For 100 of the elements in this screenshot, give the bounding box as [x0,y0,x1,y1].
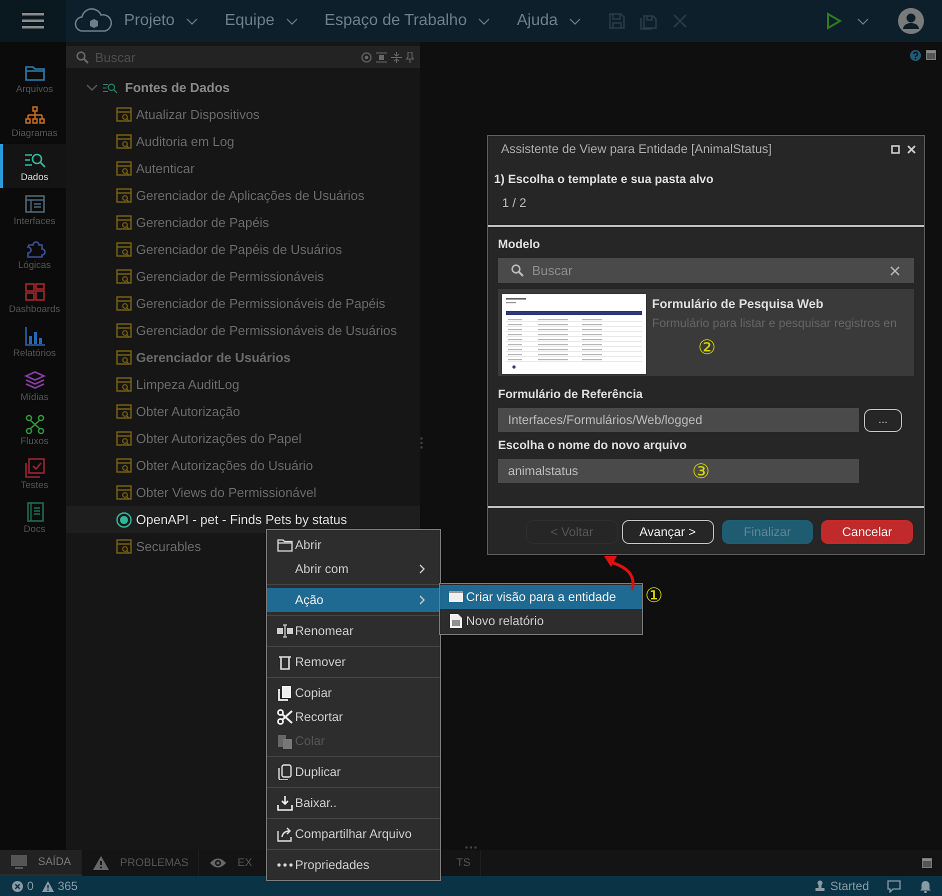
tree-item[interactable]: Gerenciador de Papéis de Usuários [136,242,342,257]
search-bar[interactable]: Buscar [498,258,914,283]
sidebar-item[interactable]: Arquivos [0,56,66,100]
sidebar-item[interactable]: Relatórios [0,320,66,364]
pin-icon[interactable] [406,52,414,62]
help-icon[interactable] [910,50,921,61]
tree-item[interactable]: OpenAPI - pet - Finds Pets by status [136,512,347,527]
menu-item[interactable]: Compartilhar Arquivo [267,822,440,846]
tree-item[interactable]: Gerenciador de Aplicações de Usuários [136,188,364,203]
sidebar-item[interactable]: Diagramas [0,100,66,144]
error-icon[interactable] [12,880,23,892]
sidebar-item[interactable]: Testes [0,452,66,496]
tree-item[interactable]: Obter Views do Permissionável [136,485,316,500]
browse-button[interactable]: ... [864,408,902,432]
menu-item[interactable]: Renomear [267,619,440,643]
scissors-icon [277,709,293,725]
warning-count[interactable]: 365 [58,879,78,893]
input-field[interactable]: Interfaces/Formulários/Web/logged [498,408,859,432]
play-icon[interactable] [826,12,842,30]
sidebar-item[interactable]: Lógicas [0,232,66,276]
error-count[interactable]: 0 [27,879,34,893]
tree-item[interactable]: Obter Autorização [136,404,240,419]
tree-item[interactable]: Fontes de Dados [125,80,230,95]
chevron-right-icon [419,564,426,574]
tree-item[interactable]: Gerenciador de Permissionáveis [136,269,324,284]
duplicate-icon [277,764,293,780]
chat-icon[interactable] [887,880,901,892]
monitor-icon [10,854,28,870]
menu-item[interactable]: Abrir com [267,557,440,581]
tree-item[interactable]: Atualizar Dispositivos [136,107,260,122]
download-icon [277,795,293,811]
copy-icon [277,685,293,701]
tree-item[interactable]: Gerenciador de Permissionáveis de Papéis [136,296,386,311]
sidebar-item[interactable]: Dados [0,144,66,188]
warning-icon [92,855,110,871]
target-icon[interactable] [361,52,372,62]
window-search-icon [116,322,132,338]
menu-item[interactable]: Recortar [267,705,440,729]
sidebar-item[interactable]: Dashboards [0,276,66,320]
tree-item[interactable]: Limpeza AuditLog [136,377,240,392]
sidebar-item[interactable]: Docs [0,496,66,540]
menu-item[interactable]: Equipe [224,12,275,30]
sidebar-item[interactable]: Mídias [0,364,66,408]
menu-item[interactable]: Remover [267,650,440,674]
tree-item[interactable]: Auditoria em Log [136,134,234,149]
tree-item[interactable]: Gerenciador de Permissionáveis de Usuários [136,323,397,338]
menu-item[interactable]: Projeto [124,12,175,30]
window-search-icon [116,106,132,122]
status-text: Started [830,879,869,893]
menu-item[interactable]: Espaço de Trabalho [324,12,467,30]
menu-item[interactable]: Ajuda [516,12,558,30]
menu-item[interactable]: Duplicar [267,760,440,784]
menu-item[interactable]: Novo relatório [440,609,642,633]
menu-item[interactable]: Propriedades [267,853,440,877]
collapse-all-icon[interactable] [391,52,402,62]
tree-item[interactable]: Securables [136,539,202,554]
drag-handle-icon[interactable] [465,846,477,849]
panel-tab[interactable]: SAÍDA [0,850,82,876]
clear-icon[interactable] [890,266,900,276]
next-button[interactable]: Avançar > [622,520,714,544]
search-icon [511,264,524,277]
menu-icon[interactable] [22,13,44,29]
tree-item[interactable]: Obter Autorizações do Papel [136,431,302,446]
trash-icon [277,654,293,670]
tab-label: SAÍDA [38,856,72,868]
warning-icon[interactable] [42,880,54,892]
menu-item[interactable]: Ação [267,588,440,612]
chevron-down-icon[interactable] [86,82,98,92]
tree-item[interactable]: Obter Autorizações do Usuário [136,458,314,473]
folder-icon [277,537,293,553]
search-field[interactable]: Buscar [530,262,884,279]
tree-item[interactable]: Autenticar [136,161,195,176]
window-search-icon [116,484,132,500]
window-search-icon [116,268,132,284]
window-search-icon [116,350,132,366]
user-avatar-icon[interactable] [898,8,924,34]
step-number-marker: ② [698,337,717,357]
document-icon [448,613,464,629]
menu-item[interactable]: Criar visão para a entidade [440,585,642,609]
menu-item[interactable]: Baixar.. [267,791,440,815]
window-search-icon [116,242,132,258]
menu-item[interactable]: Abrir [267,533,440,557]
sidebar-item[interactable]: Interfaces [0,188,66,232]
cloud-logo-icon [74,7,112,35]
step-number-marker: ③ [692,461,710,481]
drag-handle-icon[interactable] [420,437,423,449]
step-title: 1) Escolha o template e sua pasta alvo [493,171,714,186]
expand-all-icon[interactable] [376,52,387,62]
tab-label: TS [456,857,470,869]
bell-icon[interactable] [919,880,932,892]
api-badge-icon [116,512,132,528]
window-search-icon [116,214,132,230]
tree-item[interactable]: Gerenciador de Papéis [136,215,269,230]
tree-row-highlight[interactable]: OpenAPI - pet - Finds Pets by status [66,506,420,533]
tree-item[interactable]: Gerenciador de Usuários [136,350,291,365]
step-counter: 1 / 2 [488,186,924,227]
maximize-icon[interactable] [891,144,900,154]
cancel-button[interactable]: Cancelar [821,520,913,544]
sidebar-item[interactable]: Fluxos [0,408,66,452]
menu-item[interactable]: Copiar [267,681,440,705]
